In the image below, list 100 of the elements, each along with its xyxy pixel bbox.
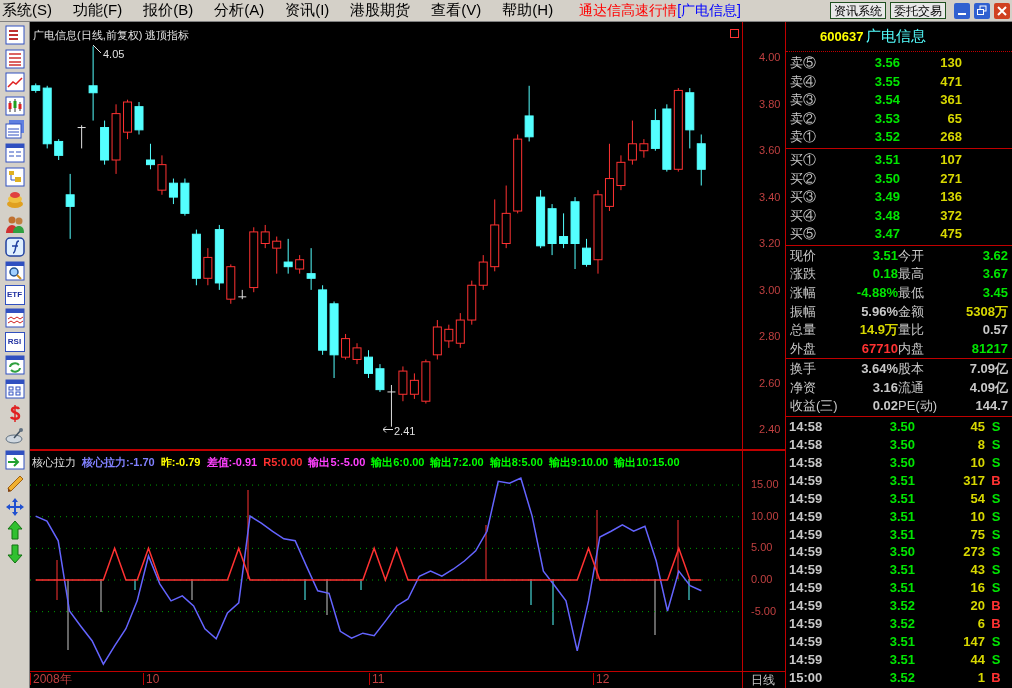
trade-time: 14:59 [789, 525, 824, 544]
trade-side: S [990, 525, 1002, 544]
indicator-readout: 输出9:10.00 [548, 455, 609, 470]
candlestick [582, 238, 591, 268]
up-arrow-icon[interactable] [4, 520, 25, 541]
trade-time: 15:00 [789, 668, 824, 687]
indicator-name: 核心拉力 [32, 455, 76, 470]
trade-volume: 8 [976, 436, 985, 455]
line-chart-icon[interactable] [4, 72, 25, 93]
trade-time: 14:59 [789, 650, 824, 669]
menu-item[interactable]: 系统(S) [2, 0, 52, 22]
candlestick [65, 173, 75, 240]
checklist-icon[interactable] [4, 25, 25, 45]
trade-volume: 6 [976, 615, 985, 633]
coins-icon[interactable] [4, 190, 25, 211]
trade-time: 14:59 [789, 471, 824, 490]
candlestick [501, 185, 511, 249]
trade-side: S [990, 561, 1002, 580]
trade-side: S [990, 454, 1002, 472]
stat-label: 换手 [790, 360, 817, 379]
search-icon[interactable] [4, 260, 25, 281]
menu-item[interactable]: 帮助(H) [502, 0, 554, 22]
indicator-readout: 输出10:15.00 [614, 455, 680, 470]
tree-icon[interactable] [4, 166, 25, 187]
trade-price: 3.50 [888, 543, 915, 562]
restore-icon[interactable] [974, 2, 990, 19]
stat-label: 净资 [790, 378, 817, 397]
indicator-readout: R5:0.00 [263, 455, 303, 470]
menu-item[interactable]: 港股期货 [350, 0, 411, 22]
trade-side: S [990, 436, 1002, 455]
function-icon[interactable] [4, 237, 25, 258]
trade-side: B [990, 615, 1002, 633]
stat-label: 量比 [898, 321, 925, 340]
pencil-icon[interactable] [4, 473, 25, 494]
order-volume: 136 [939, 188, 962, 207]
toolbar-button[interactable]: 委托交易 [890, 2, 946, 19]
wave-chart-icon[interactable] [4, 308, 25, 329]
toolbar-text-icon[interactable]: RSI [4, 331, 25, 352]
date-label: 10 [143, 673, 160, 685]
stat-value: 3.51 [871, 246, 898, 265]
indicator-readout: 核心拉力:-1.70 [82, 455, 155, 470]
minimize-icon[interactable] [954, 2, 970, 19]
import-icon[interactable] [4, 449, 25, 470]
stat-label: 股本 [898, 360, 925, 379]
candlestick [272, 236, 282, 275]
stat-label: PE(动) [898, 397, 938, 416]
tiles-icon[interactable] [4, 378, 25, 399]
menu-item[interactable]: 功能(F) [73, 0, 123, 22]
axis-label: 5.00 [751, 542, 773, 554]
trade-volume: 317 [962, 471, 985, 490]
order-volume: 130 [939, 54, 962, 73]
stat-value: 5308万 [965, 302, 1008, 321]
axis-label: 15.00 [751, 479, 779, 491]
candlestick [134, 101, 144, 135]
order-level-label: 卖⑤ [790, 54, 817, 73]
candlestick [547, 203, 557, 256]
stat-value: 3.62 [981, 246, 1008, 265]
menu-item[interactable]: 资讯(I) [285, 0, 330, 22]
move-arrows-icon[interactable] [4, 496, 25, 517]
candlestick [604, 143, 614, 212]
axis-label: 2.40 [759, 424, 781, 435]
toolbar-button[interactable]: 资讯系统 [830, 2, 886, 19]
menu-item[interactable]: 分析(A) [214, 0, 265, 22]
stat-value: 3.67 [981, 265, 1008, 284]
chart-title: 广电信息(日线,前复权) 逃顶指标 [33, 28, 190, 43]
toolbar-text-icon[interactable]: ETF [4, 284, 25, 305]
order-level-label: 卖② [790, 109, 817, 128]
order-price: 3.54 [873, 91, 900, 110]
refresh-icon[interactable] [4, 355, 25, 376]
menu-item[interactable]: 报价(B) [143, 0, 194, 22]
stat-value: 5.96% [860, 302, 898, 321]
order-volume: 268 [939, 128, 962, 147]
high-price-label: 4.05 [103, 47, 125, 62]
stat-value: 3.16 [871, 378, 898, 397]
down-arrow-icon[interactable] [4, 544, 25, 565]
candlestick [364, 349, 373, 379]
candlestick-icon[interactable] [4, 95, 25, 116]
trade-price: 3.50 [888, 454, 915, 472]
order-price: 3.48 [873, 206, 900, 225]
leader-line [383, 426, 393, 433]
candlestick [616, 154, 626, 191]
trade-price: 3.51 [888, 525, 915, 544]
stat-value: 81217 [970, 339, 1008, 358]
trade-price: 3.51 [888, 579, 915, 598]
trade-volume: 20 [969, 597, 985, 616]
stat-value: 67710 [860, 339, 898, 358]
indicator-readout: 昨:-0.79 [160, 455, 201, 470]
alert-icon[interactable] [730, 29, 739, 38]
table-icon[interactable] [4, 48, 25, 69]
satellite-dish-icon[interactable] [4, 426, 25, 447]
trade-time: 14:59 [789, 597, 824, 616]
list-window-icon[interactable] [4, 142, 25, 163]
stat-label: 内盘 [898, 339, 925, 358]
candlestick [432, 319, 442, 360]
close-icon[interactable] [994, 2, 1010, 19]
menu-item[interactable]: 查看(V) [431, 0, 482, 22]
trade-price: 3.51 [888, 650, 915, 669]
stat-label: 最高 [898, 265, 925, 284]
trade-volume: 43 [969, 561, 985, 580]
windows-icon[interactable] [4, 119, 25, 140]
